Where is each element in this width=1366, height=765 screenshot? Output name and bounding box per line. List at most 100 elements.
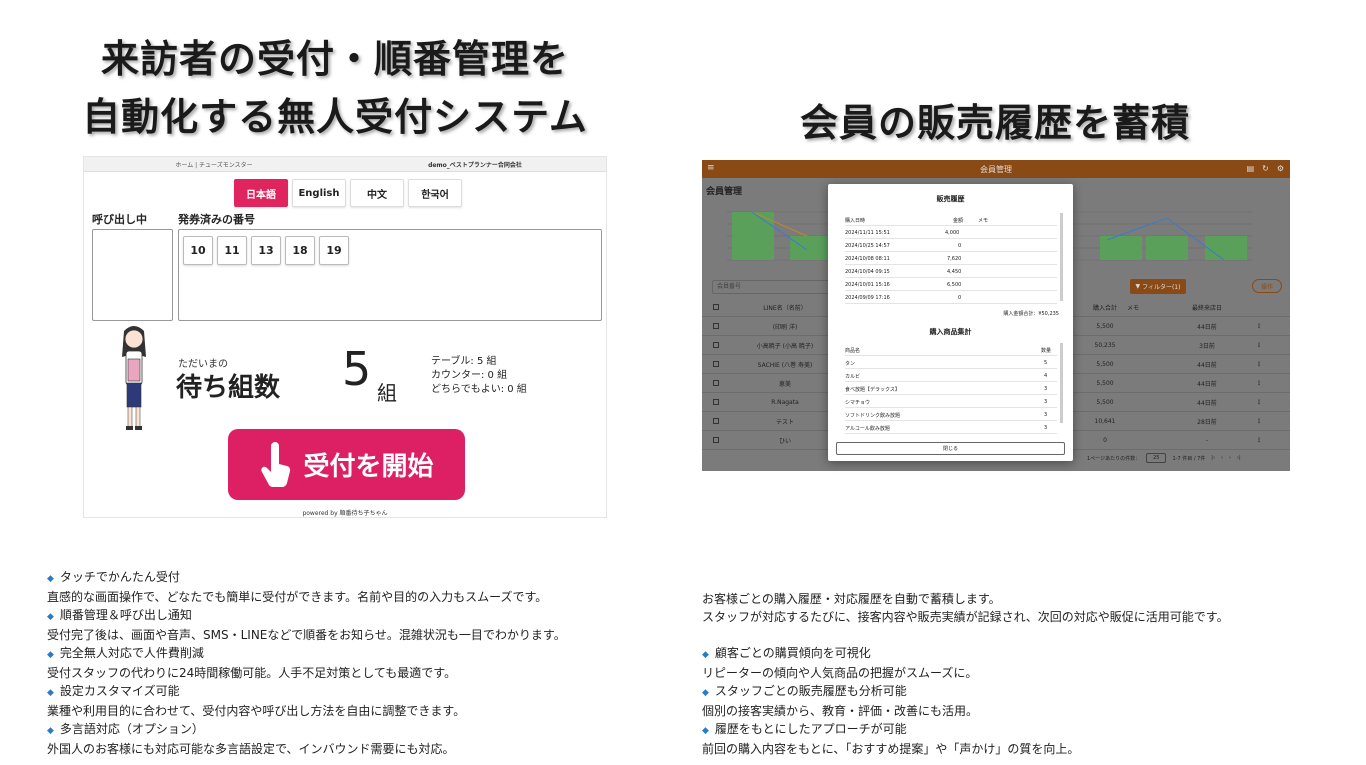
heading-right: 会員の販売履歴を蓄積 [799, 101, 1190, 145]
row-checkbox[interactable] [713, 437, 719, 443]
filter-button[interactable]: ▼ フィルター(1) [1130, 279, 1186, 294]
pagination: 1ページあたりの件数： 25 1-7 件目 / 7件 |‹ ‹ › ›| [1087, 453, 1241, 463]
operations-button[interactable]: 操作 [1252, 279, 1282, 293]
admin-page-title: 会員管理 [706, 187, 743, 197]
feature-body: 直感的な画面操作で、どなたでも簡単に受付ができます。名前や目的の入力もスムーズで… [47, 590, 548, 604]
lang-tab-chinese[interactable]: 中文 [350, 179, 404, 207]
wait-detail-any: どちらでもよい: 0 組 [431, 384, 527, 395]
diamond-icon: ◆ [47, 650, 54, 660]
product-row[interactable]: 食べ放題【デラックス】 3 [845, 382, 1057, 395]
next-page-icon[interactable]: › [1229, 455, 1231, 461]
history-row[interactable]: 2024/11/11 15:51 4,000 [845, 226, 1057, 239]
product-header: 商品名 数量 [845, 343, 1057, 356]
prev-page-icon[interactable]: ‹ [1221, 455, 1223, 461]
diamond-icon: ◆ [702, 688, 709, 698]
product-scrollbar[interactable] [1060, 343, 1063, 423]
history-row[interactable]: 2024/09/09 17:16 0 [845, 291, 1057, 304]
receptionist-illustration-icon [122, 326, 146, 430]
row-checkbox[interactable] [713, 380, 719, 386]
more-icon[interactable]: ⋮ [1256, 361, 1262, 368]
feature-title-text: 顧客ごとの購買傾向を可視化 [714, 646, 871, 660]
feature-title-text: 設定カスタマイズ可能 [59, 684, 180, 698]
feature-body: 前回の購入内容をもとに、「おすすめ提案」や「声かけ」の質を向上。 [702, 742, 1080, 756]
more-icon[interactable]: ⋮ [1256, 342, 1262, 349]
row-last-visit: 3日前 [1199, 342, 1215, 350]
history-amount: 4,000 [945, 230, 960, 236]
history-row[interactable]: 2024/10/04 09:15 4,450 [845, 265, 1057, 278]
member-search-input[interactable]: 会員番号 [712, 280, 830, 294]
chart-bar [1146, 236, 1188, 260]
product-row[interactable]: カルビ 4 [845, 369, 1057, 382]
row-total: 0 [1103, 436, 1107, 444]
intro-line: お客様ごとの購入履歴・対応履歴を自動で蓄積します。 [702, 592, 1001, 606]
history-row[interactable]: 2024/10/08 08:11 7,620 [845, 252, 1057, 265]
product-name: シマチョウ [845, 400, 871, 406]
product-row[interactable]: ソフトドリンク飲み放題 3 [845, 408, 1057, 421]
history-row[interactable]: 2024/10/25 14:57 0 [845, 239, 1057, 252]
per-page-select[interactable]: 25 [1146, 453, 1167, 463]
row-name: ひい [778, 437, 791, 445]
history-amount: 4,450 [947, 269, 962, 275]
history-amount: 0 [958, 295, 962, 301]
feature-title: ◆ 順番管理＆呼び出し通知 [47, 606, 647, 626]
issued-label: 発券済みの番号 [178, 213, 255, 226]
row-checkbox[interactable] [713, 418, 719, 424]
product-qty: 4 [1044, 373, 1048, 379]
lang-tab-english[interactable]: English [292, 179, 346, 207]
close-button[interactable]: 閉じる [836, 442, 1065, 455]
refresh-icon[interactable]: ↻ [1262, 164, 1269, 173]
more-icon[interactable]: ⋮ [1256, 437, 1262, 444]
row-checkbox[interactable] [713, 361, 719, 367]
product-row[interactable]: シマチョウ 3 [845, 395, 1057, 408]
menu-icon[interactable]: ≡ [707, 163, 715, 173]
select-all-checkbox[interactable] [713, 304, 719, 310]
feature-title: ◆ 多言語対応（オプション） [47, 720, 647, 740]
hand-tap-icon [261, 441, 291, 487]
lang-tab-korean[interactable]: 한국어 [408, 179, 462, 207]
issued-number: 10 [183, 236, 213, 265]
issued-number: 11 [217, 236, 247, 265]
calling-label: 呼び出し中 [92, 213, 147, 226]
more-icon[interactable]: ⋮ [1256, 323, 1262, 330]
filter-label: フィルター(1) [1142, 284, 1181, 291]
row-total: 5,500 [1096, 322, 1114, 330]
row-checkbox[interactable] [713, 399, 719, 405]
header-total: 購入合計 [1092, 304, 1117, 312]
product-row[interactable]: タン 5 [845, 356, 1057, 369]
per-page-label: 1ページあたりの件数： [1087, 455, 1141, 462]
more-icon[interactable]: ⋮ [1256, 418, 1262, 425]
row-name: (印刷 洋) [772, 323, 798, 331]
history-date: 2024/09/09 17:16 [845, 295, 890, 301]
feature-title-text: 順番管理＆呼び出し通知 [59, 608, 192, 622]
row-total: 10,641 [1094, 417, 1116, 425]
diamond-icon: ◆ [47, 726, 54, 736]
row-checkbox[interactable] [713, 323, 719, 329]
history-date: 2024/10/25 14:57 [845, 243, 890, 249]
calling-box [92, 229, 173, 321]
row-last-visit: - [1205, 436, 1209, 444]
gear-icon[interactable]: ⚙ [1277, 164, 1284, 173]
kiosk-tab-demo[interactable]: demo_ベストプランナー合同会社 [344, 160, 606, 169]
wait-unit: 組 [377, 381, 397, 405]
feature-body: 受付完了後は、画面や音声、SMS・LINEなどで順番をお知らせ。混雑状況も一目で… [47, 628, 566, 642]
history-scrollbar[interactable] [1060, 213, 1063, 301]
feature-title: ◆ 設定カスタマイズ可能 [47, 682, 647, 702]
kiosk-screenshot: ホーム | チューズモンスター demo_ベストプランナー合同会社 日本語 En… [83, 156, 607, 518]
row-checkbox[interactable] [713, 342, 719, 348]
history-row[interactable]: 2024/10/01 15:16 6,500 [845, 278, 1057, 291]
row-total: 5,500 [1096, 398, 1114, 406]
product-row[interactable]: アルコール飲み放題 3 [845, 421, 1057, 434]
more-icon[interactable]: ⋮ [1256, 380, 1262, 387]
feature-title: ◆ 完全無人対応で人件費削減 [47, 644, 647, 664]
first-page-icon[interactable]: |‹ [1211, 455, 1215, 461]
last-page-icon[interactable]: ›| [1237, 455, 1241, 461]
chat-icon[interactable]: ▤ [1247, 164, 1255, 173]
issued-box: 10 11 13 18 19 [178, 229, 602, 321]
start-reception-button[interactable]: 受付を開始 [228, 429, 465, 500]
row-total: 50,235 [1094, 341, 1116, 349]
lang-tab-japanese[interactable]: 日本語 [234, 179, 288, 207]
more-icon[interactable]: ⋮ [1256, 399, 1262, 406]
right-feature-list: お客様ごとの購入履歴・対応履歴を自動で蓄積します。 スタッフが対応するたびに、接… [702, 590, 1322, 758]
row-last-visit: 28日前 [1197, 418, 1217, 426]
kiosk-tab-home[interactable]: ホーム | チューズモンスター [84, 160, 344, 169]
